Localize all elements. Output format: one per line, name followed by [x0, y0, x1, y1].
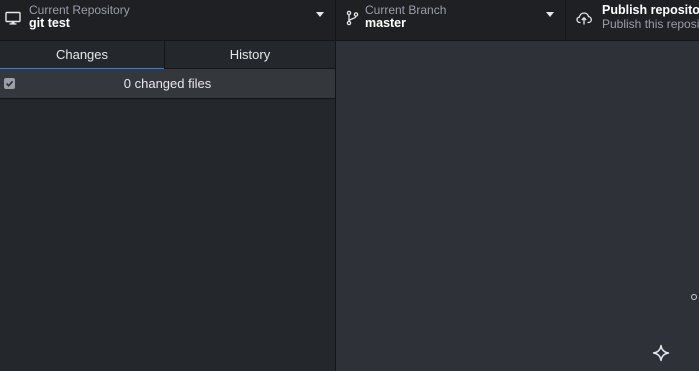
current-repository-label: Current Repository — [29, 3, 130, 17]
publish-repository-subtitle: Publish this repository — [602, 17, 699, 31]
current-repository-name: git test — [29, 16, 70, 30]
git-branch-icon — [346, 10, 359, 26]
sidebar-tabs: Changes History — [0, 41, 335, 70]
changes-list-header: 0 changed files — [0, 69, 335, 99]
tab-history-label: History — [229, 47, 271, 62]
main-content — [336, 41, 699, 371]
chevron-down-icon — [316, 12, 324, 17]
sidebar: Changes History 0 changed files — [0, 41, 336, 371]
current-branch-button[interactable]: Current Branch master — [336, 0, 566, 41]
cloud-upload-icon — [576, 12, 592, 25]
publish-repository-button[interactable]: Publish repository Publish this reposito… — [566, 0, 699, 41]
chevron-down-icon — [546, 12, 554, 17]
sparkle-icon[interactable] — [652, 344, 670, 362]
toolbar: Current Repository git test Current Bran… — [0, 0, 699, 41]
publish-repository-title: Publish repository — [602, 3, 699, 17]
app-window: Current Repository git test Current Bran… — [0, 0, 699, 371]
tab-history[interactable]: History — [164, 41, 335, 69]
current-repository-button[interactable]: Current Repository git test — [0, 0, 336, 41]
desktop-icon — [5, 11, 21, 25]
current-branch-name: master — [365, 16, 406, 30]
changed-files-count: 0 changed files — [123, 76, 212, 91]
current-branch-label: Current Branch — [365, 3, 447, 17]
resize-handle[interactable] — [691, 294, 697, 300]
tab-changes[interactable]: Changes — [0, 41, 164, 70]
tab-changes-label: Changes — [55, 47, 109, 62]
